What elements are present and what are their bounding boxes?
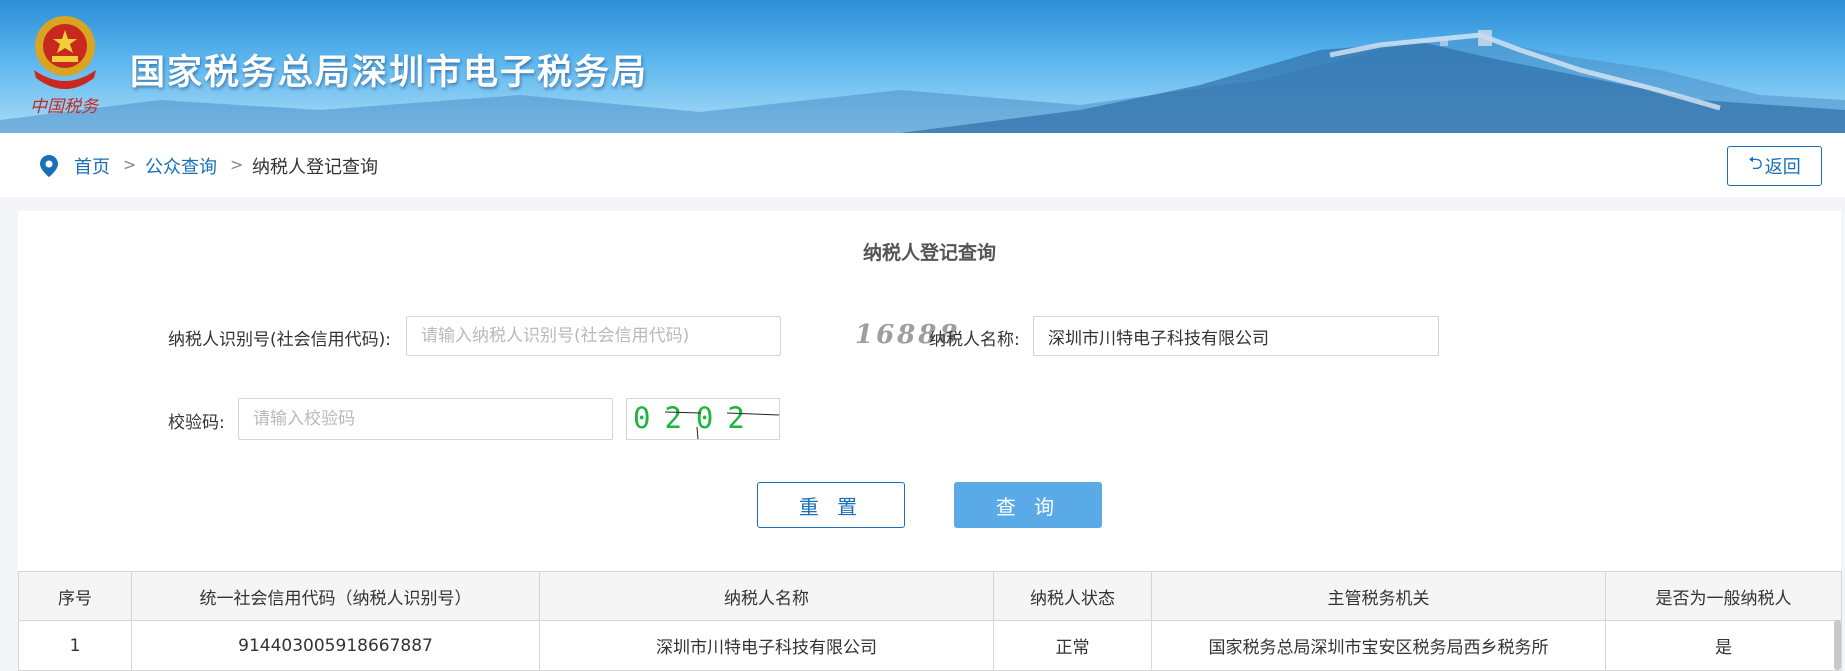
panel-title: 纳税人登记查询 <box>862 242 996 264</box>
svg-text:中国税务: 中国税务 <box>30 97 100 117</box>
breadcrumb-home[interactable]: 首页 <box>74 153 110 179</box>
column-header: 纳税人名称 <box>539 571 994 621</box>
captcha-input[interactable] <box>238 398 613 440</box>
results-table: 序号 统一社会信用代码（纳税人识别号） 纳税人名称 纳税人状态 主管税务机关 是… <box>18 571 1842 671</box>
table-cell: 1 <box>18 620 132 671</box>
table-header-row: 序号 统一社会信用代码（纳税人识别号） 纳税人名称 纳税人状态 主管税务机关 是… <box>18 571 1842 621</box>
banner-title: 国家税务总局深圳市电子税务局 <box>130 53 649 93</box>
return-arrow-icon: ⮌ <box>1748 153 1763 174</box>
table-row[interactable]: 1 914403005918667887 深圳市川特电子科技有限公司 正常 国家… <box>18 620 1842 671</box>
taxpayer-id-input[interactable] <box>406 316 781 356</box>
reset-button[interactable]: 重 置 <box>757 482 905 528</box>
column-header: 是否为一般纳税人 <box>1605 571 1842 621</box>
column-header: 纳税人状态 <box>993 571 1152 621</box>
captcha-noise <box>664 411 779 439</box>
breadcrumb-separator: > <box>230 155 244 174</box>
table-cell: 是 <box>1605 620 1842 671</box>
header-banner: 中国税务 国家税务总局深圳市电子税务局 <box>0 0 1845 133</box>
column-header: 序号 <box>18 571 132 621</box>
taxpayer-name-input[interactable] <box>1033 316 1439 356</box>
captcha-image[interactable]: 0202 <box>626 398 780 440</box>
breadcrumb-current: 纳税人登记查询 <box>252 157 378 178</box>
back-button[interactable]: ⮌ 返回 <box>1727 146 1822 186</box>
column-header: 主管税务机关 <box>1151 571 1606 621</box>
national-emblem-icon: 中国税务 <box>30 16 100 117</box>
breadcrumb-bar: 首页 > 公众查询 > 纳税人登记查询 ⮌ 返回 <box>0 133 1845 197</box>
table-scrollbar[interactable] <box>1834 620 1841 670</box>
table-cell: 国家税务总局深圳市宝安区税务局西乡税务所 <box>1151 620 1606 671</box>
table-cell: 914403005918667887 <box>131 620 540 671</box>
taxpayer-id-label: 纳税人识别号(社会信用代码): <box>168 330 391 350</box>
query-button[interactable]: 查 询 <box>954 482 1102 528</box>
table-cell: 正常 <box>993 620 1152 671</box>
breadcrumb-public-query[interactable]: 公众查询 <box>145 153 217 179</box>
location-pin-icon <box>40 155 58 177</box>
back-button-label: 返回 <box>1764 157 1801 178</box>
column-header: 统一社会信用代码（纳税人识别号） <box>131 571 540 621</box>
table-cell: 深圳市川特电子科技有限公司 <box>539 620 994 671</box>
breadcrumb-separator: > <box>123 155 137 174</box>
taxpayer-name-label: 纳税人名称: <box>929 330 1020 350</box>
captcha-label: 校验码: <box>168 413 225 433</box>
